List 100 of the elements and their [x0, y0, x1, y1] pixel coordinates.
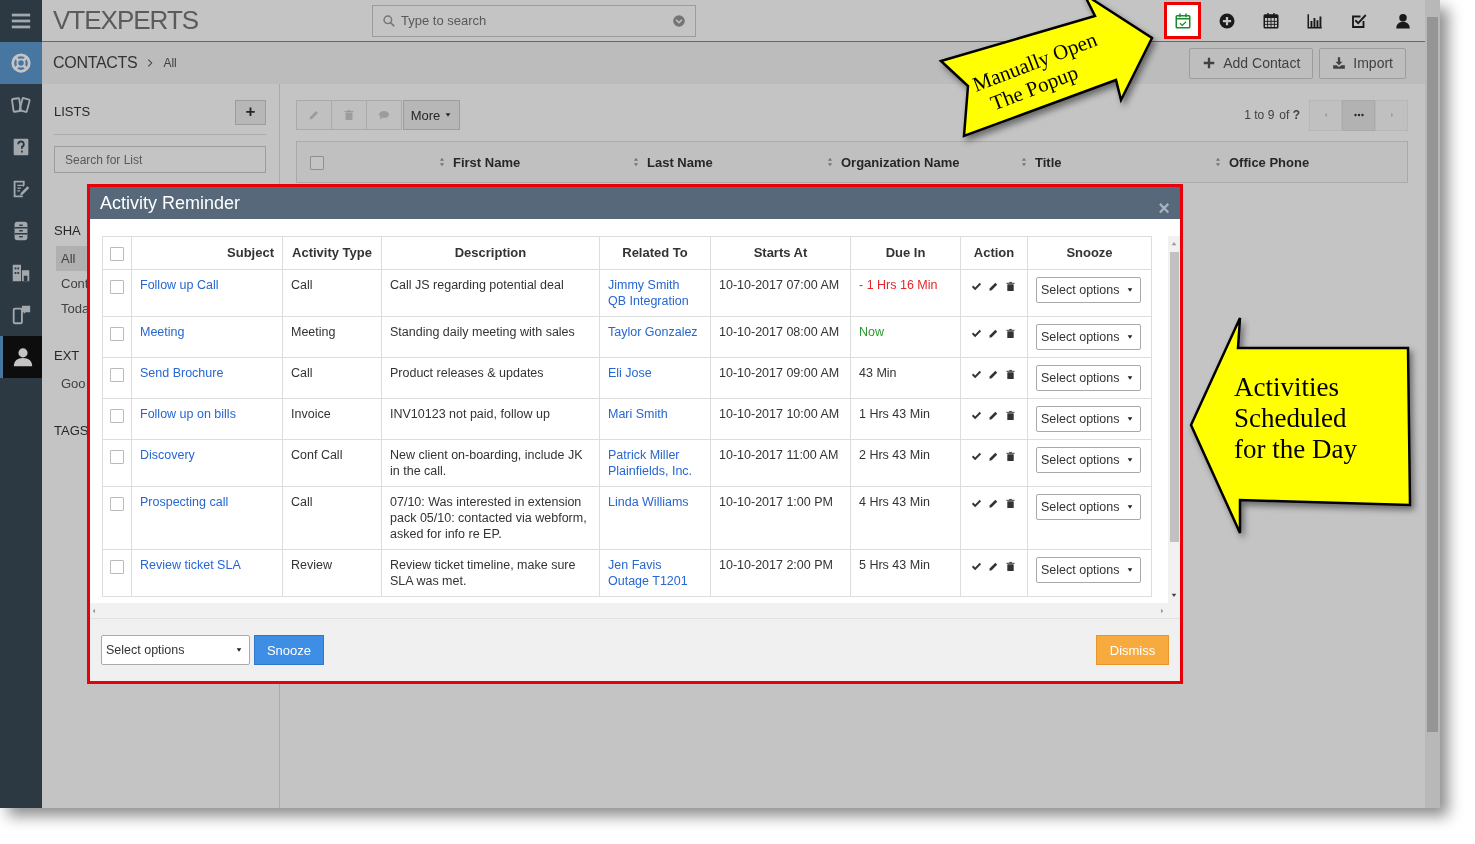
- search-field[interactable]: Type to search: [372, 4, 696, 37]
- check-icon[interactable]: [971, 410, 982, 421]
- scrollbar[interactable]: [1425, 0, 1440, 808]
- dialog-title: Activity Reminder: [100, 192, 241, 214]
- column-header[interactable]: Title: [1035, 154, 1062, 170]
- pencil-icon[interactable]: [988, 410, 999, 421]
- snooze-select[interactable]: Select options: [1036, 324, 1141, 350]
- pencil-icon[interactable]: [988, 281, 999, 292]
- caret-icon: [1126, 374, 1134, 382]
- bar-chart-icon: [1305, 11, 1324, 30]
- snooze-select[interactable]: Select options: [1036, 447, 1141, 473]
- arrow-down-icon[interactable]: [1170, 591, 1178, 599]
- module-title[interactable]: CONTACTS: [53, 54, 138, 72]
- nav-item[interactable]: [0, 336, 42, 378]
- subject-link[interactable]: Discovery: [140, 448, 195, 462]
- related-link[interactable]: Plainfields, Inc.: [608, 463, 693, 479]
- trash-icon[interactable]: [1005, 328, 1016, 339]
- caret-icon: [1126, 566, 1134, 574]
- table-cell: Product releases & updates: [381, 357, 600, 399]
- cards-icon: [10, 94, 32, 116]
- checkbox[interactable]: [110, 496, 124, 511]
- caret-icon: [1126, 333, 1134, 341]
- subject-link[interactable]: Prospecting call: [140, 495, 229, 509]
- subject-link[interactable]: Follow up Call: [140, 278, 219, 292]
- trash-icon[interactable]: [1005, 369, 1016, 380]
- calendar-icon: [1261, 11, 1280, 30]
- toolbar-button[interactable]: [1164, 2, 1201, 39]
- snooze-select[interactable]: Select options: [1036, 277, 1141, 303]
- sort-icon[interactable]: [825, 157, 835, 167]
- pencil-icon[interactable]: [988, 369, 999, 380]
- pencil-icon[interactable]: [988, 328, 999, 339]
- checkbox[interactable]: [110, 246, 124, 261]
- check-icon[interactable]: [971, 369, 982, 380]
- checkbox[interactable]: [110, 279, 124, 294]
- sort-icon[interactable]: [437, 157, 447, 167]
- sort-icon[interactable]: [1213, 157, 1223, 167]
- trash-icon[interactable]: [1005, 498, 1016, 509]
- column-header[interactable]: Last Name: [647, 154, 713, 170]
- column-header[interactable]: Office Phone: [1229, 154, 1310, 170]
- add-list-button[interactable]: +: [235, 99, 266, 125]
- scrollbar[interactable]: [1168, 236, 1180, 603]
- table-cell: Call: [282, 357, 382, 399]
- table-cell: Call JS regarding potential deal: [381, 269, 600, 317]
- snooze-select[interactable]: Select options: [1036, 494, 1141, 520]
- related-link[interactable]: Linda Williams: [608, 494, 689, 510]
- chevron-down-icon[interactable]: [672, 13, 686, 28]
- column-header: Starts At: [710, 236, 851, 270]
- checkbox[interactable]: [110, 326, 124, 341]
- related-link[interactable]: Jimmy Smith: [608, 277, 680, 293]
- check-icon[interactable]: [971, 328, 982, 339]
- snooze-select[interactable]: Select options: [1036, 365, 1141, 391]
- caret-icon: [1126, 456, 1134, 464]
- column-header: Description: [381, 236, 600, 270]
- trash-icon[interactable]: [1005, 561, 1016, 572]
- checkbox[interactable]: [110, 367, 124, 382]
- checkbox[interactable]: [110, 449, 124, 464]
- subject-link[interactable]: Meeting: [140, 325, 185, 339]
- plus-circle-icon: [1217, 11, 1236, 30]
- check-icon[interactable]: [971, 561, 982, 572]
- comment-icon: [378, 109, 390, 121]
- caret-icon: [235, 646, 243, 654]
- trash-icon[interactable]: [1005, 281, 1016, 292]
- trash-icon[interactable]: [1005, 451, 1016, 462]
- sort-icon[interactable]: [631, 157, 641, 167]
- snooze-select[interactable]: Select options: [101, 635, 250, 665]
- check-icon[interactable]: [971, 281, 982, 292]
- table-cell: Invoice: [282, 398, 382, 440]
- user-icon: [11, 346, 34, 368]
- related-link[interactable]: Patrick Miller: [608, 447, 680, 463]
- checkbox[interactable]: [310, 155, 324, 170]
- related-link[interactable]: Outage T1201: [608, 573, 688, 589]
- caret-icon: [1126, 415, 1134, 423]
- sort-icon[interactable]: [1019, 157, 1029, 167]
- search-field[interactable]: Search for List: [54, 146, 266, 173]
- snooze-select[interactable]: Select options: [1036, 557, 1141, 583]
- snooze-button[interactable]: Snooze: [254, 635, 324, 665]
- related-link[interactable]: QB Integration: [608, 293, 689, 309]
- callout-text: Activities Scheduled for the Day: [1234, 372, 1357, 464]
- column-header[interactable]: First Name: [453, 154, 521, 170]
- table-cell: 10-10-2017 08:00 AM: [710, 316, 851, 358]
- subject-link[interactable]: Review ticket SLA: [140, 558, 241, 572]
- pencil-icon[interactable]: [988, 498, 999, 509]
- pencil-icon[interactable]: [988, 561, 999, 572]
- snooze-select[interactable]: Select options: [1036, 406, 1141, 432]
- more-dropdown[interactable]: More: [403, 100, 460, 130]
- related-link[interactable]: Jen Favis: [608, 557, 662, 573]
- check-icon[interactable]: [971, 451, 982, 462]
- import-button[interactable]: Import: [1319, 47, 1406, 79]
- trash-icon[interactable]: [1005, 410, 1016, 421]
- checkbox[interactable]: [110, 559, 124, 574]
- related-link[interactable]: Eli Jose: [608, 365, 652, 381]
- column-header: Snooze: [1027, 236, 1152, 270]
- column-header[interactable]: Organization Name: [841, 154, 960, 170]
- table-cell: 10-10-2017 10:00 AM: [710, 398, 851, 440]
- check-icon[interactable]: [971, 498, 982, 509]
- pencil-icon[interactable]: [988, 451, 999, 462]
- add-contact-button[interactable]: Add Contact: [1189, 47, 1314, 79]
- subject-link[interactable]: Send Brochure: [140, 366, 224, 380]
- checkbox[interactable]: [110, 408, 124, 423]
- table-cell: 07/10: Was interested in extension pack 05/10: contacted via webform, asked for info re EP.: [381, 486, 600, 550]
